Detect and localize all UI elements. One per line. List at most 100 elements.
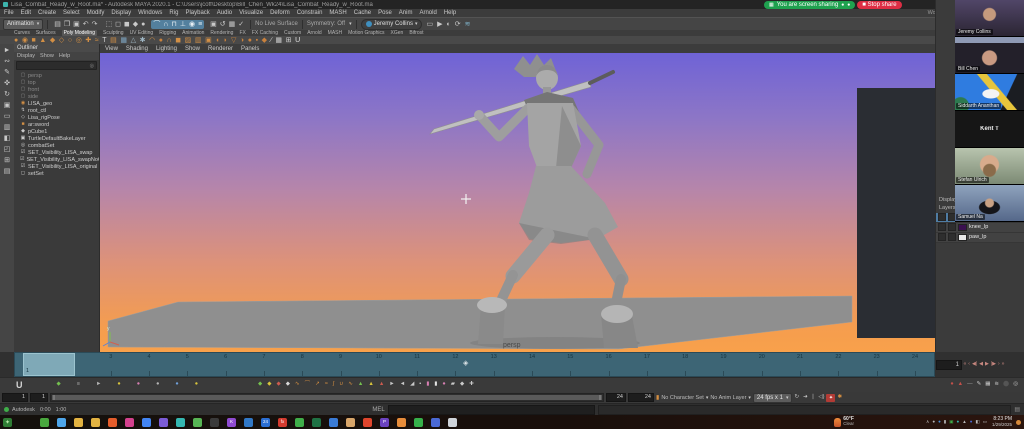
outliner-item[interactable]: ◎ combatSet xyxy=(14,142,99,149)
shelf-tool-icon[interactable]: ● xyxy=(14,37,18,44)
editor-tool-icon[interactable]: ▲ xyxy=(958,382,963,388)
account-menu[interactable]: Jeremy Collins ▾ xyxy=(360,18,423,30)
anim-start-field[interactable]: 1 xyxy=(2,393,28,402)
taskbar-app-icon[interactable] xyxy=(176,417,185,427)
taskbar-app-icon[interactable] xyxy=(159,417,168,427)
taskbar-app-icon[interactable] xyxy=(346,417,355,427)
outliner-search-input[interactable]: ◎ xyxy=(16,61,97,70)
editor-tool-icon[interactable]: ≋ xyxy=(994,382,999,388)
layer-color-swatch[interactable] xyxy=(958,223,967,231)
shelf-tool-icon[interactable]: ⊞ xyxy=(286,37,292,44)
playback-button[interactable]: ◀| xyxy=(971,362,977,367)
frame-cell[interactable]: 11 xyxy=(398,353,436,376)
shelf-tool-icon[interactable]: ◼ xyxy=(175,37,181,44)
tangent-tool-icon[interactable]: ◆ xyxy=(286,382,290,388)
menu-item[interactable]: Constrain xyxy=(297,10,323,16)
tray-icon[interactable]: ● xyxy=(957,419,960,425)
shelf-tool-icon[interactable]: ● xyxy=(159,37,163,44)
tray-icon[interactable]: ● xyxy=(932,419,935,425)
taskbar-app-icon[interactable] xyxy=(91,417,100,427)
anim-tool-icon[interactable]: ► xyxy=(96,382,101,388)
status-icon[interactable]: ◻ xyxy=(115,21,121,28)
tangent-tool-icon[interactable]: ◆ xyxy=(277,382,281,388)
toolbox-tool-icon[interactable]: ✜ xyxy=(4,80,10,87)
tangent-tool-icon[interactable]: ◆ xyxy=(460,382,464,388)
playback-button[interactable]: ▶ xyxy=(984,362,989,367)
menu-item[interactable]: Audio xyxy=(217,10,232,16)
shelf-tool-icon[interactable]: ≈ xyxy=(95,37,99,44)
taskbar-app-icon[interactable] xyxy=(448,417,457,427)
frame-cell[interactable]: 4 xyxy=(130,353,168,376)
playback-button[interactable]: ◀ xyxy=(979,362,984,367)
tray-icon[interactable]: ▮ xyxy=(944,419,946,425)
toolbox-tool-icon[interactable]: ⊞ xyxy=(4,157,10,164)
tangent-tool-icon[interactable]: ▮ xyxy=(426,382,429,388)
shelf-tool-icon[interactable]: ○ xyxy=(68,37,72,44)
shelf-tool-icon[interactable]: ◠ xyxy=(149,37,155,44)
taskbar-app-icon[interactable]: P xyxy=(380,417,389,427)
toolbox-tool-icon[interactable]: ↻ xyxy=(4,91,10,98)
menu-item[interactable]: File xyxy=(4,10,14,16)
character-key-icon[interactable]: ▮ xyxy=(656,395,659,401)
shelf-tool-icon[interactable]: ∕ xyxy=(271,37,272,44)
shelf-tool-icon[interactable]: ✚ xyxy=(85,37,91,44)
menu-set-dropdown[interactable]: Animation ▾ xyxy=(3,18,44,30)
tray-icon[interactable]: ▲ xyxy=(962,419,966,425)
taskbar-app-icon[interactable] xyxy=(108,417,117,427)
tray-icon[interactable]: ▣ xyxy=(949,419,953,425)
viewport-menu-item[interactable]: Show xyxy=(185,46,200,52)
status-icon[interactable]: ↷ xyxy=(92,21,98,28)
frame-cell[interactable]: 15 xyxy=(551,353,589,376)
status-icon[interactable]: ↶ xyxy=(83,21,89,28)
render-icon[interactable]: ▭ xyxy=(426,21,433,28)
status-icon[interactable]: ∩ xyxy=(163,21,168,28)
tangent-tool-icon[interactable]: ∫ xyxy=(333,382,335,388)
menu-item[interactable]: Windows xyxy=(138,10,162,16)
taskbar-app-icon[interactable] xyxy=(210,417,219,427)
tangent-tool-icon[interactable]: ▰ xyxy=(451,382,455,388)
participant-video-tile[interactable]: Siddarth Ananthan xyxy=(955,74,1024,111)
toolbox-tool-icon[interactable]: ► xyxy=(4,47,11,54)
anim-tool-icon[interactable]: ≡ xyxy=(77,382,80,388)
shelf-tool-icon[interactable]: ▽ xyxy=(231,37,236,44)
stop-share-button[interactable]: ■ Stop share xyxy=(857,1,902,9)
share-cam-icon[interactable]: ● xyxy=(847,2,850,8)
menu-item[interactable]: Visualize xyxy=(239,10,263,16)
frame-cell[interactable]: 14 xyxy=(513,353,551,376)
tangent-tool-icon[interactable]: ↗ xyxy=(315,382,320,388)
taskbar-app-icon[interactable] xyxy=(431,417,440,427)
outliner-item[interactable]: ■ ar:sword xyxy=(14,121,99,128)
taskbar-launcher-icon[interactable]: ✦ xyxy=(3,417,12,427)
viewport-menu-item[interactable]: View xyxy=(105,46,118,52)
command-language-label[interactable]: MEL xyxy=(372,407,384,413)
tangent-tool-icon[interactable]: ▪ xyxy=(419,382,421,388)
tray-icon[interactable]: ▭ xyxy=(983,419,987,425)
frame-cell[interactable]: 18 xyxy=(666,353,704,376)
anim-end-field[interactable]: 24 xyxy=(628,393,654,402)
shelf-tool-icon[interactable]: ▣ xyxy=(205,37,212,44)
viewport-menu-item[interactable]: Renderer xyxy=(208,46,233,52)
range-slider-handle[interactable] xyxy=(52,395,602,400)
shelf-tool-icon[interactable]: ● xyxy=(248,37,252,44)
taskbar-app-icon[interactable] xyxy=(74,417,83,427)
command-input[interactable] xyxy=(387,404,595,415)
tray-icon[interactable]: ◧ xyxy=(975,419,979,425)
outliner-item[interactable]: ◆ pCube1 xyxy=(14,128,99,135)
outliner-item[interactable]: ☑ SET_Visibility_LISA_swapNoGloves xyxy=(14,156,99,163)
menu-item[interactable]: Select xyxy=(63,10,80,16)
symmetry-dropdown[interactable]: Symmetry: Off xyxy=(307,21,345,27)
render-icon[interactable]: ◐ xyxy=(447,21,451,28)
tangent-tool-icon[interactable]: ◆ xyxy=(267,382,271,388)
taskbar-app-icon[interactable] xyxy=(142,417,151,427)
toolbox-tool-icon[interactable]: ◧ xyxy=(4,135,11,142)
taskbar-app-icon[interactable] xyxy=(363,417,372,427)
frame-cell[interactable]: 8 xyxy=(283,353,321,376)
outliner-item[interactable]: ↯ root_ctl xyxy=(14,107,99,114)
toolbox-tool-icon[interactable]: ◰ xyxy=(4,146,11,153)
participant-video-tile[interactable]: Samuel Na xyxy=(955,185,1024,222)
tangent-tool-icon[interactable]: ◆ xyxy=(258,382,262,388)
taskbar-app-icon[interactable] xyxy=(57,417,66,427)
participant-video-tile[interactable]: Kent T xyxy=(955,111,1024,148)
menu-item[interactable]: Rig xyxy=(169,10,178,16)
layer-mute-toggle[interactable] xyxy=(948,233,956,241)
